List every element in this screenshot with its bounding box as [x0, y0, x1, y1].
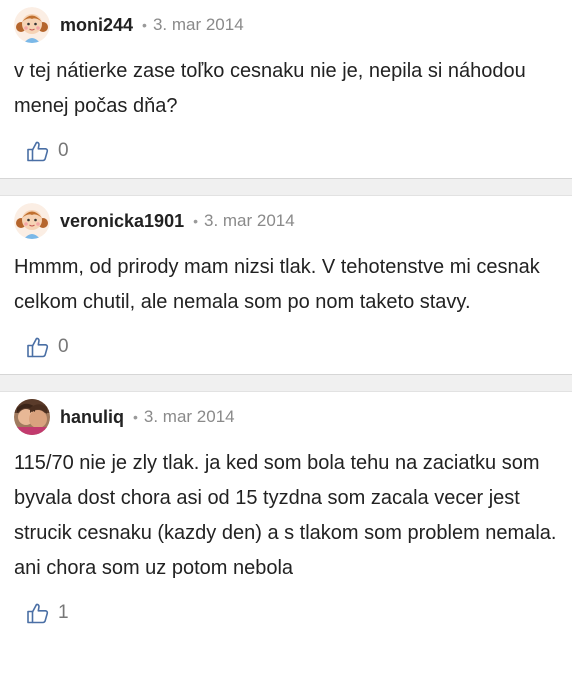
author-name[interactable]: veronicka1901	[60, 211, 184, 232]
girl-avatar-icon	[14, 7, 50, 43]
like-count: 1	[58, 602, 69, 623]
like-area: 0	[14, 124, 558, 178]
girl-avatar-icon	[14, 203, 50, 239]
meta-separator: •	[133, 409, 138, 425]
meta-separator: •	[193, 213, 198, 229]
thumbs-up-icon[interactable]	[26, 335, 50, 359]
comment-date: 3. mar 2014	[204, 211, 295, 230]
avatar[interactable]	[14, 399, 50, 435]
comment-header: hanuliq • 3. mar 2014	[14, 392, 558, 442]
like-count: 0	[58, 336, 69, 357]
like-count: 0	[58, 140, 69, 161]
comment-date: 3. mar 2014	[143, 407, 235, 426]
comment-header: moni244 • 3. mar 2014	[14, 0, 558, 50]
comment-card: hanuliq • 3. mar 2014 115/70 nie je zly …	[0, 392, 572, 640]
comment-date: 3. mar 2014	[152, 15, 244, 34]
author-name[interactable]: hanuliq	[60, 407, 124, 428]
like-area: 1	[14, 586, 558, 640]
comment-divider	[0, 178, 572, 196]
comment-divider	[0, 374, 572, 392]
thumbs-up-icon[interactable]	[26, 139, 50, 163]
comment-card: veronicka1901 • 3. mar 2014 Hmmm, od pri…	[0, 196, 572, 374]
like-area: 0	[14, 320, 558, 374]
comment-text: 115/70 nie je zly tlak. ja ked som bola …	[14, 452, 557, 579]
avatar[interactable]	[14, 203, 50, 239]
avatar[interactable]	[14, 7, 50, 43]
comment-header: veronicka1901 • 3. mar 2014	[14, 196, 558, 246]
comment-text: v tej nátierke zase toľko cesnaku nie je…	[14, 60, 526, 117]
meta-separator: •	[142, 17, 147, 33]
comment-text: Hmmm, od prirody mam nizsi tlak. V tehot…	[14, 256, 540, 313]
photo-avatar-icon	[14, 399, 50, 435]
comment-card: moni244 • 3. mar 2014 v tej nátierke zas…	[0, 0, 572, 178]
author-name[interactable]: moni244	[60, 15, 133, 36]
thumbs-up-icon[interactable]	[26, 601, 50, 625]
